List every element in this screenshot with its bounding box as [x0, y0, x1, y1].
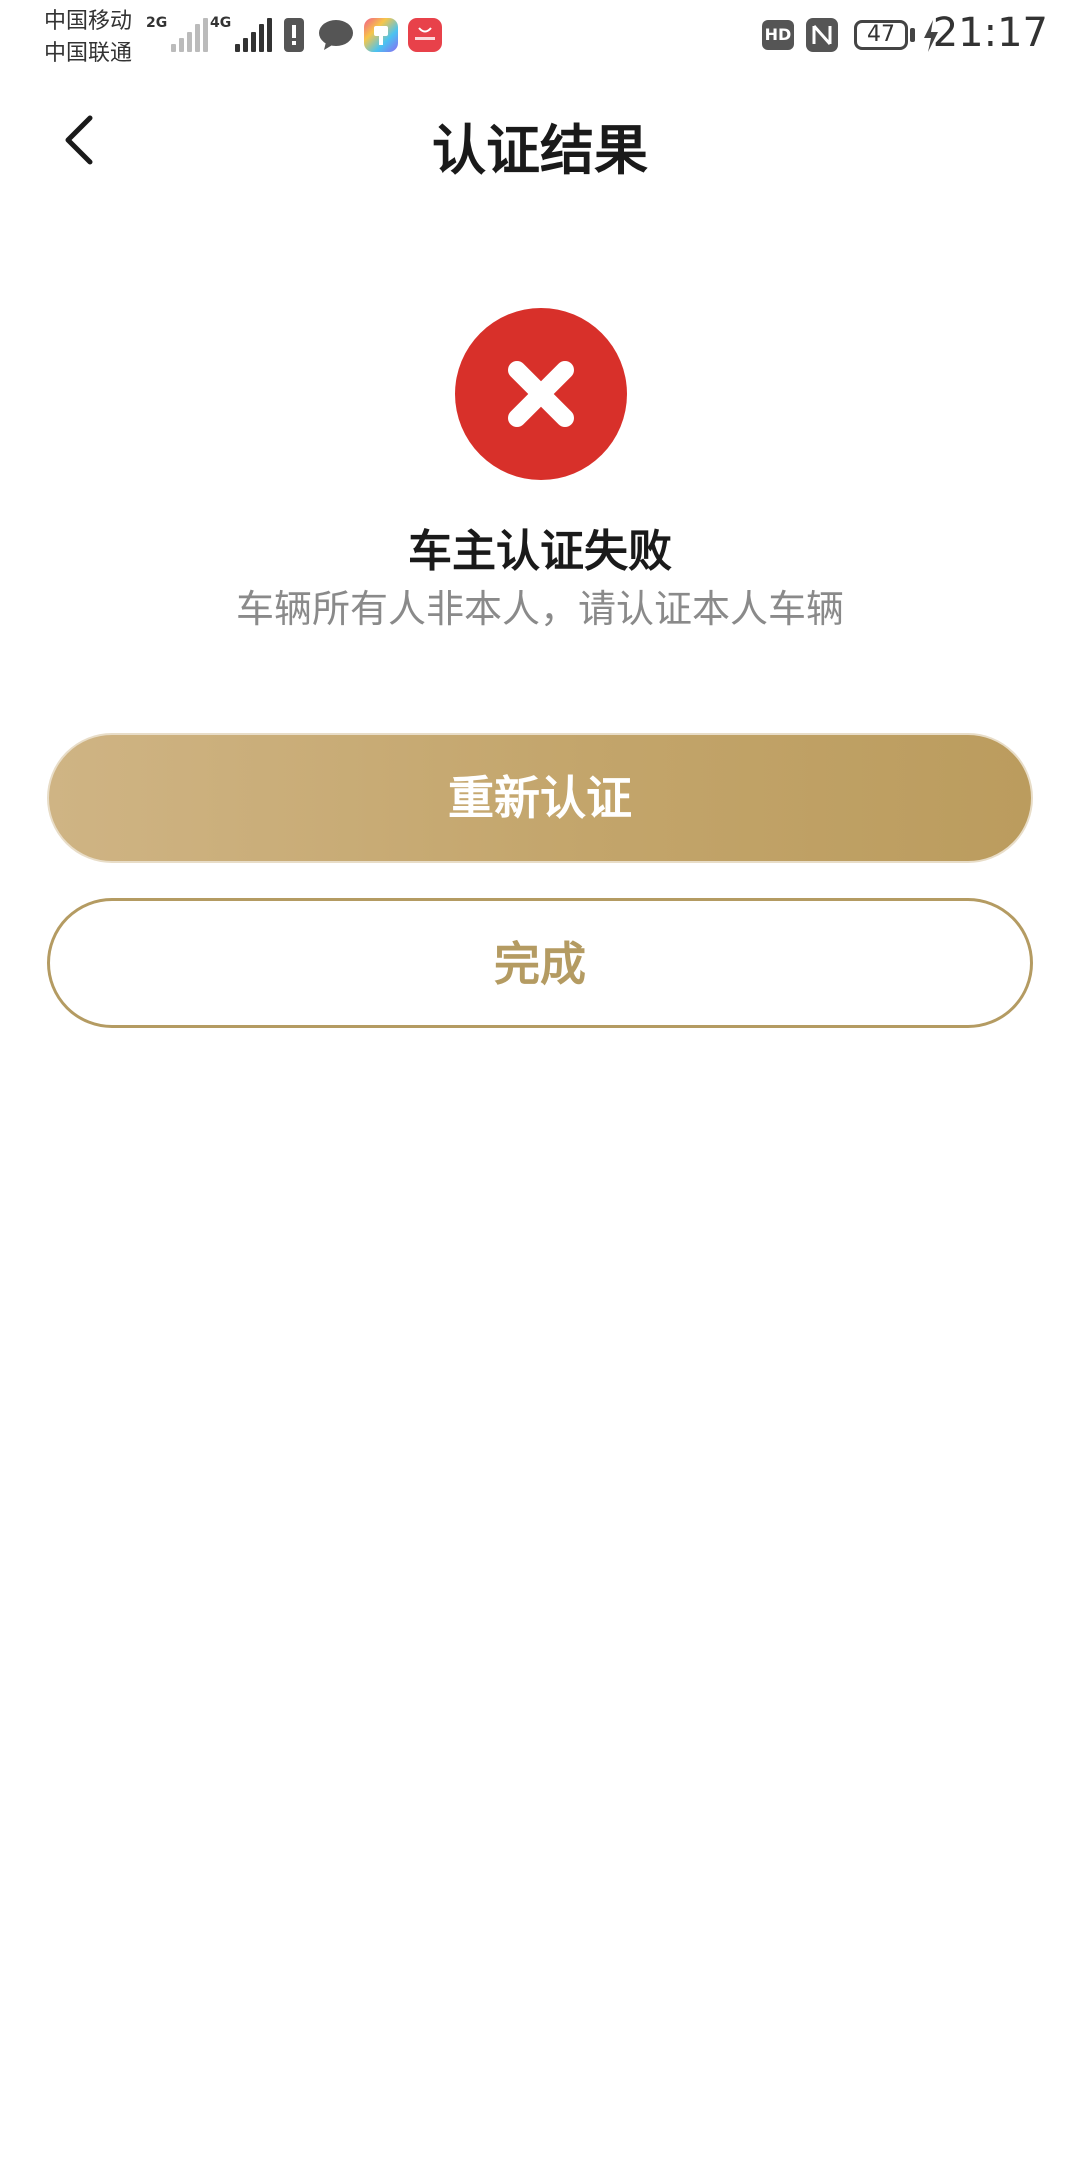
sim-alert-icon: [284, 18, 304, 52]
huawei-store-icon: [408, 18, 442, 52]
clock: 21:17: [932, 10, 1048, 56]
done-button[interactable]: 完成: [47, 898, 1033, 1028]
carrier-names: 中国移动 中国联通: [44, 6, 132, 70]
retry-verification-button[interactable]: 重新认证: [47, 733, 1033, 863]
signal-2g-icon: 2G: [146, 16, 211, 52]
hd-voice-icon: HD: [762, 20, 794, 50]
message-icon: [318, 18, 353, 52]
theme-app-icon: [364, 18, 398, 52]
navigation-header: 认证结果: [0, 80, 1080, 200]
battery-icon: 47: [854, 20, 908, 50]
battery-cap: [910, 28, 915, 42]
result-description: 车辆所有人非本人，请认证本人车辆: [235, 587, 844, 631]
nfc-icon: [806, 18, 838, 52]
result-title: 车主认证失败: [408, 526, 672, 577]
carrier-1: 中国移动: [44, 9, 133, 34]
signal-4g-icon: 4G: [210, 16, 275, 52]
error-status-icon: [455, 308, 627, 480]
status-bar: 中国移动 中国联通 2G 4G HD 47 21:17: [0, 0, 1080, 72]
close-icon: [508, 361, 574, 427]
page-title: 认证结果: [432, 119, 648, 182]
carrier-2: 中国联通: [44, 41, 133, 66]
